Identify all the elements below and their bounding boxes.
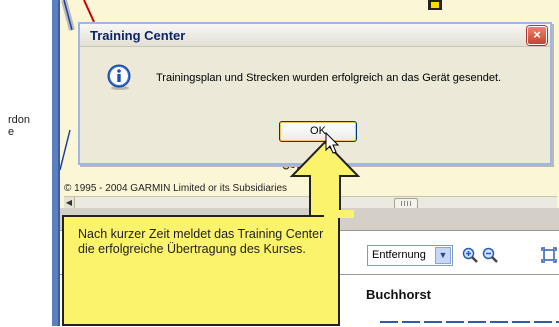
page-text-fragment: e [8, 126, 15, 138]
page-text-fragment: rdon [8, 114, 31, 126]
callout-box: Nach kurzer Zeit meldet das Training Cen… [62, 215, 340, 326]
chevron-down-icon[interactable]: ▼ [435, 247, 451, 264]
callout-text: Nach kurzer Zeit meldet das Training Cen… [78, 227, 324, 256]
grip-icon [401, 201, 411, 206]
mouse-cursor-icon [325, 132, 340, 154]
close-icon[interactable]: × [527, 26, 547, 45]
course-profile-graphics [380, 321, 559, 323]
callout-seam [324, 210, 354, 218]
dialog-message: Trainingsplan und Strecken wurden erfolg… [156, 72, 502, 84]
zoom-out-icon[interactable] [482, 247, 498, 263]
zoom-in-icon[interactable] [462, 247, 478, 263]
dialog-title: Training Center [90, 28, 186, 43]
info-icon [107, 64, 131, 90]
course-title: Buchhorst [366, 287, 431, 302]
scroll-left-arrow-icon[interactable]: ◀ [64, 197, 75, 208]
sort-select-value: Entfernung [372, 249, 426, 261]
map-copyright: © 1995 - 2004 GARMIN Limited or its Subs… [64, 183, 288, 194]
dialog-titlebar[interactable]: Training Center × [80, 24, 550, 47]
sort-select[interactable]: Entfernung ▼ [367, 245, 453, 266]
fit-extent-icon[interactable] [541, 247, 557, 263]
ok-button[interactable]: OK [279, 121, 357, 142]
